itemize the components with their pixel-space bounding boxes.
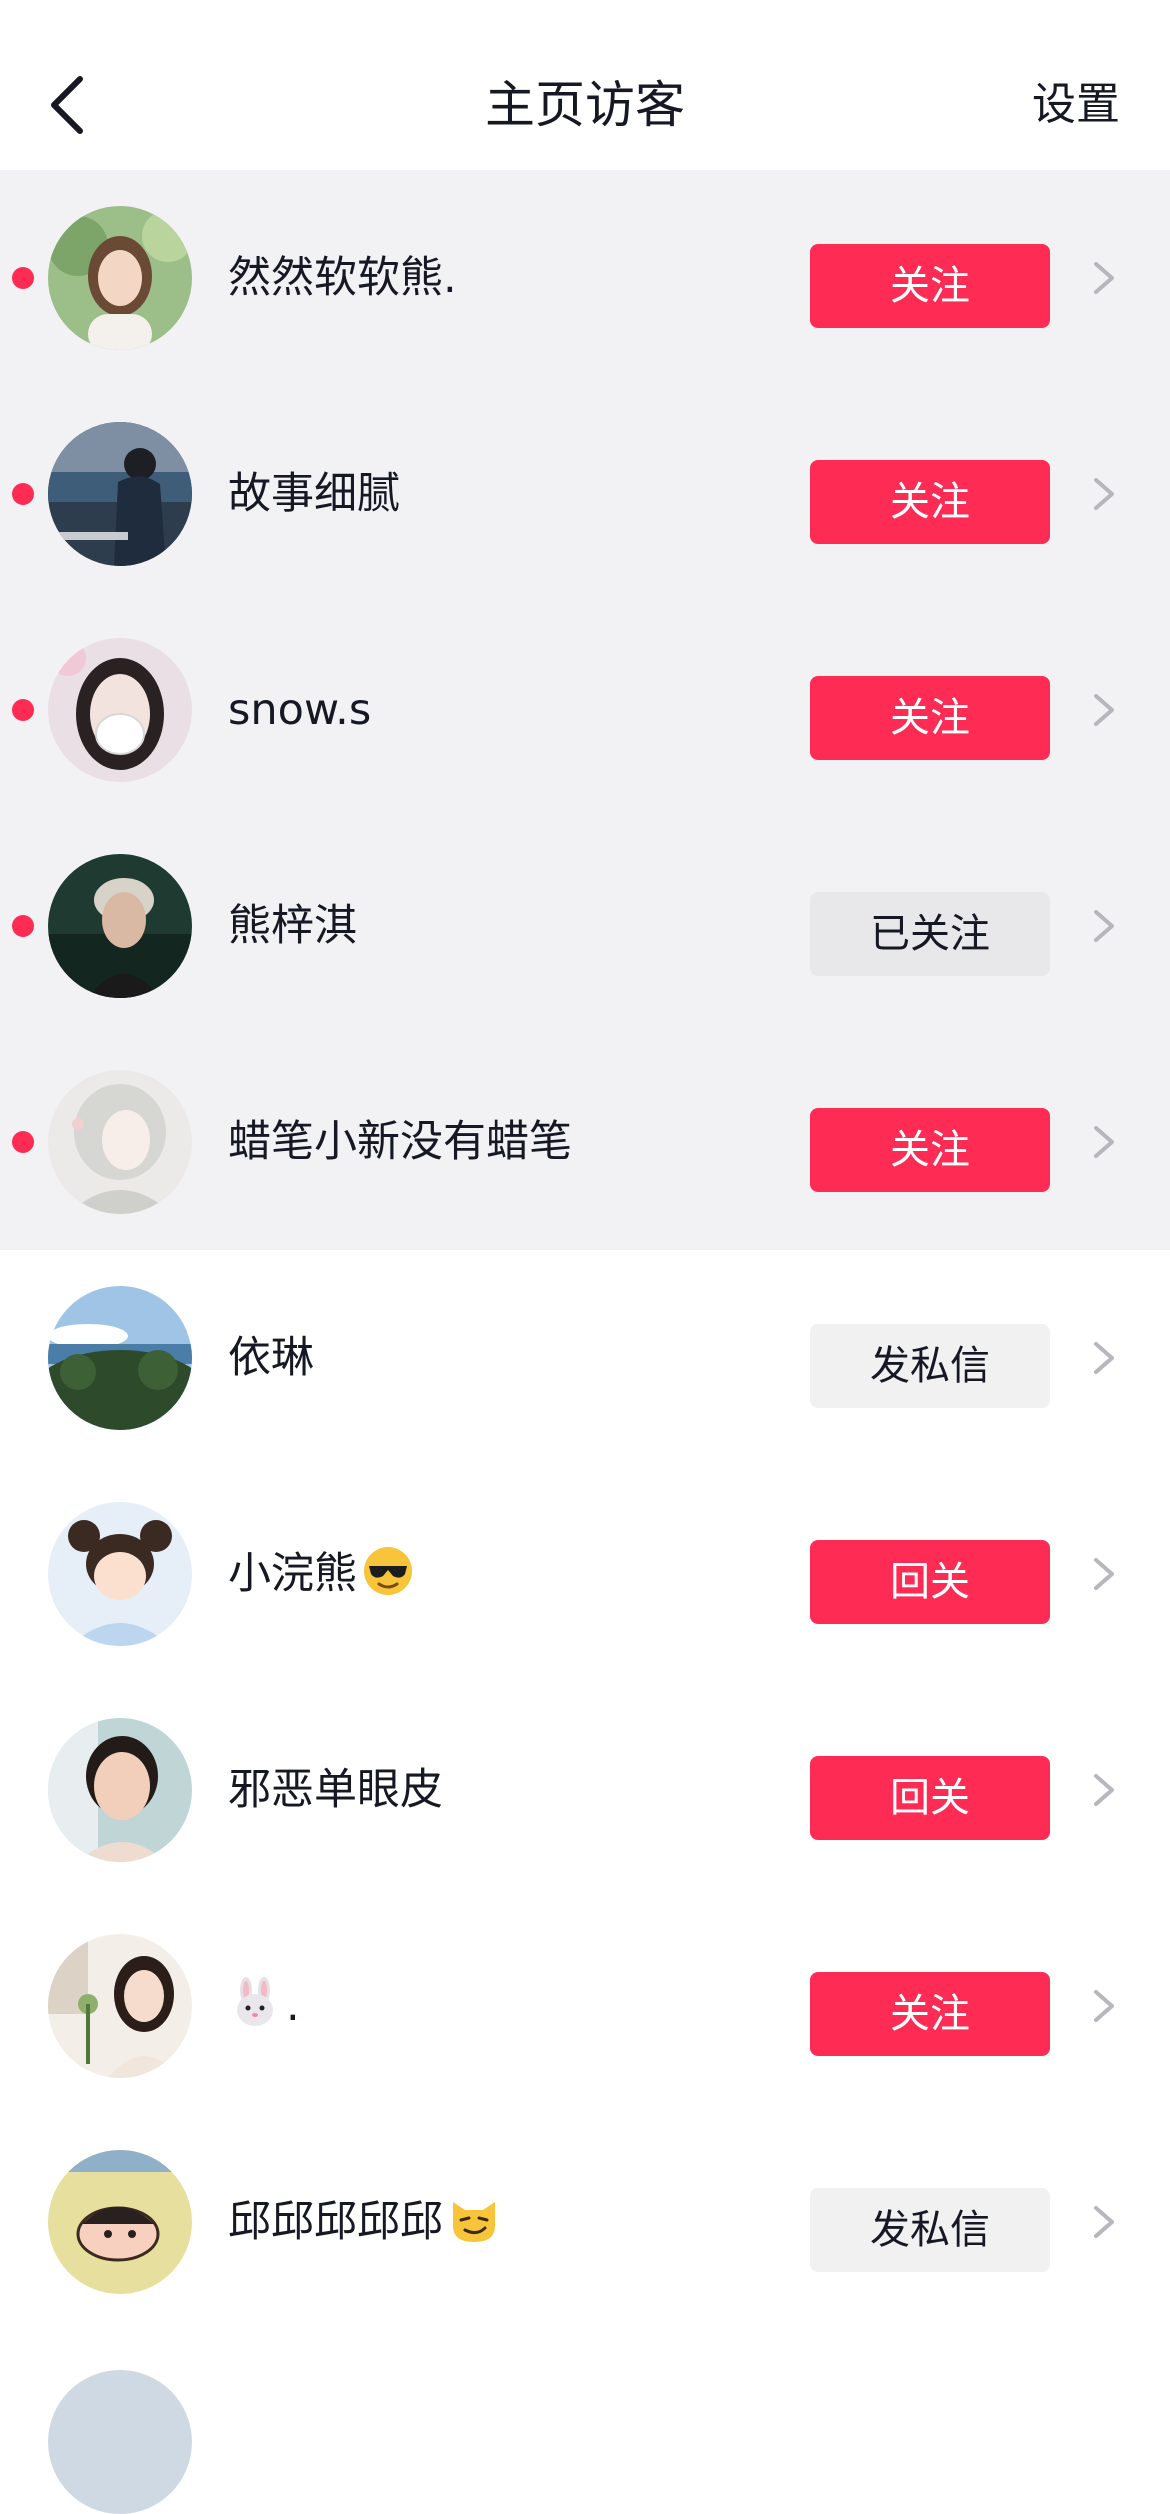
avatar[interactable] bbox=[48, 2150, 192, 2294]
visitor-row[interactable]: 故事细腻 关注 bbox=[0, 386, 1170, 602]
avatar[interactable] bbox=[48, 206, 192, 350]
follow-button[interactable]: 关注 bbox=[810, 1972, 1050, 2056]
chevron-right-icon[interactable] bbox=[1090, 2202, 1118, 2242]
chevron-right-icon[interactable] bbox=[1090, 258, 1118, 298]
settings-link[interactable]: 设置 bbox=[1032, 75, 1120, 135]
visitor-name[interactable]: 邪恶单眼皮 bbox=[228, 1760, 443, 1820]
visitor-row[interactable]: 依琳 发私信 bbox=[0, 1250, 1170, 1466]
follow-button[interactable]: 关注 bbox=[810, 1108, 1050, 1192]
avatar[interactable] bbox=[48, 1718, 192, 1862]
visitor-row[interactable]: . 关注 bbox=[0, 1898, 1170, 2114]
visitor-row[interactable]: 熊梓淇 已关注 bbox=[0, 818, 1170, 1034]
visitor-name[interactable]: 熊梓淇 bbox=[228, 896, 357, 956]
visitor-row[interactable]: 然然软软熊. 关注 bbox=[0, 170, 1170, 386]
message-button[interactable]: 发私信 bbox=[810, 1324, 1050, 1408]
rabbit-face-emoji bbox=[228, 1976, 282, 2030]
visitor-row[interactable]: 小浣熊 回关 bbox=[0, 1466, 1170, 1682]
visitor-list: 然然软软熊. 关注 故事细腻 关注 snow.s 关注 熊梓淇 已关注 蜡笔小新… bbox=[0, 170, 1170, 2330]
avatar[interactable] bbox=[48, 2370, 192, 2514]
avatar[interactable] bbox=[48, 1286, 192, 1430]
visitor-name[interactable]: 小浣熊 bbox=[228, 1544, 415, 1604]
avatar[interactable] bbox=[48, 422, 192, 566]
visitor-row[interactable]: 蜡笔小新没有蜡笔 关注 bbox=[0, 1034, 1170, 1250]
chevron-right-icon[interactable] bbox=[1090, 1770, 1118, 1810]
unread-dot-icon bbox=[12, 915, 34, 937]
avatar[interactable] bbox=[48, 854, 192, 998]
visitor-row[interactable]: 邪恶单眼皮 回关 bbox=[0, 1682, 1170, 1898]
visitor-name[interactable]: . bbox=[228, 1976, 300, 2036]
follow-button[interactable]: 关注 bbox=[810, 676, 1050, 760]
unread-dot-icon bbox=[12, 267, 34, 289]
chevron-right-icon[interactable] bbox=[1090, 474, 1118, 514]
chevron-right-icon[interactable] bbox=[1090, 690, 1118, 730]
chevron-right-icon[interactable] bbox=[1090, 1122, 1118, 1162]
follow-button[interactable]: 关注 bbox=[810, 460, 1050, 544]
following-button[interactable]: 已关注 bbox=[810, 892, 1050, 976]
visitor-name[interactable]: 邱邱邱邱邱 bbox=[228, 2192, 501, 2252]
follow-button[interactable]: 关注 bbox=[810, 244, 1050, 328]
smirking-cat-emoji bbox=[447, 2192, 501, 2246]
visitor-name[interactable]: 然然软软熊. bbox=[228, 248, 457, 308]
unread-dot-icon bbox=[12, 699, 34, 721]
chevron-right-icon[interactable] bbox=[1090, 1554, 1118, 1594]
visitor-name[interactable]: 依琳 bbox=[228, 1328, 314, 1388]
visitor-row[interactable]: snow.s 关注 bbox=[0, 602, 1170, 818]
page-title: 主页访客 bbox=[485, 76, 685, 134]
avatar[interactable] bbox=[48, 638, 192, 782]
visitor-name[interactable]: snow.s bbox=[228, 680, 371, 740]
avatar[interactable] bbox=[48, 1502, 192, 1646]
chevron-right-icon[interactable] bbox=[1090, 1986, 1118, 2026]
top-nav-bar: 主页访客 设置 bbox=[0, 0, 1170, 170]
avatar[interactable] bbox=[48, 1070, 192, 1214]
follow-back-button[interactable]: 回关 bbox=[810, 1540, 1050, 1624]
unread-dot-icon bbox=[12, 1131, 34, 1153]
unread-dot-icon bbox=[12, 483, 34, 505]
chevron-right-icon[interactable] bbox=[1090, 1338, 1118, 1378]
visitor-name[interactable]: 蜡笔小新没有蜡笔 bbox=[228, 1112, 572, 1172]
message-button[interactable]: 发私信 bbox=[810, 2188, 1050, 2272]
avatar[interactable] bbox=[48, 1934, 192, 2078]
visitor-name[interactable]: 故事细腻 bbox=[228, 464, 400, 524]
chevron-right-icon[interactable] bbox=[1090, 906, 1118, 946]
visitor-row[interactable]: 邱邱邱邱邱 发私信 bbox=[0, 2114, 1170, 2330]
sunglasses-face-emoji bbox=[361, 1544, 415, 1598]
follow-back-button[interactable]: 回关 bbox=[810, 1756, 1050, 1840]
